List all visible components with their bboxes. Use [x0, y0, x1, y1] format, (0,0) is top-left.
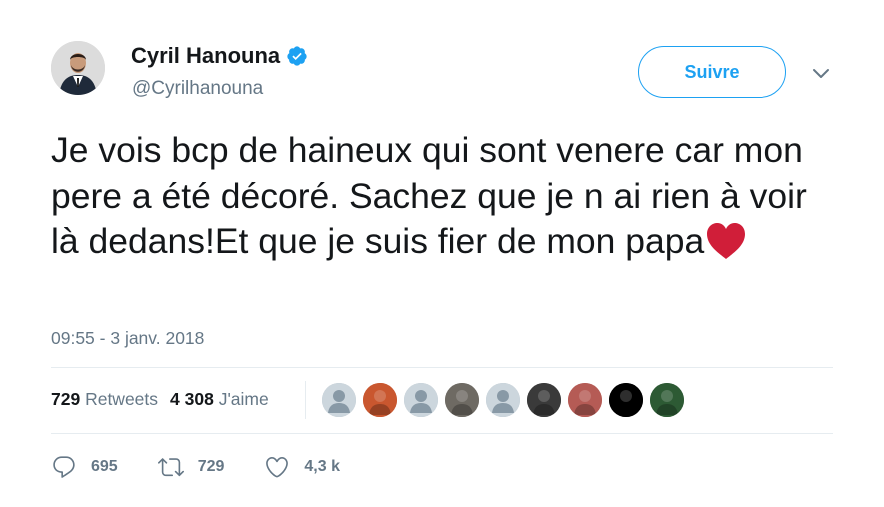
liker-avatars	[322, 383, 691, 417]
author-name-text: Cyril Hanouna	[131, 43, 281, 68]
tweet-text: Je vois bcp de haineux qui sont venere c…	[51, 128, 811, 265]
author-photo	[51, 41, 105, 95]
liker-avatar[interactable]	[650, 383, 684, 417]
liker-avatar[interactable]	[609, 383, 643, 417]
chevron-down-icon[interactable]	[810, 62, 832, 84]
divider	[51, 367, 833, 368]
likes-stat[interactable]: 4 308 J'aime	[170, 389, 269, 410]
liker-avatar[interactable]	[322, 383, 356, 417]
author-name[interactable]: Cyril Hanouna	[131, 43, 308, 69]
profile-photo	[527, 383, 561, 417]
profile-photo	[568, 383, 602, 417]
default-avatar-icon	[486, 383, 520, 417]
heart-icon	[266, 456, 289, 478]
retweets-label: Retweets	[85, 389, 159, 409]
liker-avatar[interactable]	[363, 383, 397, 417]
stats-separator	[305, 381, 306, 419]
likes-label: J'aime	[218, 389, 269, 409]
divider	[51, 433, 833, 434]
verified-badge-icon	[286, 45, 308, 67]
profile-photo	[445, 383, 479, 417]
liker-avatar[interactable]	[486, 383, 520, 417]
engagement-stats: 729 Retweets 4 308 J'aime	[51, 389, 269, 410]
tweet-actions: 695 729 4,3 k	[51, 454, 380, 480]
like-count: 4,3 k	[304, 458, 340, 475]
likes-count: 4 308	[170, 389, 214, 409]
reply-button[interactable]: 695	[51, 454, 118, 480]
default-avatar-icon	[404, 383, 438, 417]
default-avatar-icon	[322, 383, 356, 417]
reply-count: 695	[91, 458, 118, 475]
retweet-icon	[157, 458, 184, 477]
retweet-button[interactable]: 729	[157, 454, 225, 480]
profile-photo	[363, 383, 397, 417]
tweet-timestamp[interactable]: 09:55 - 3 janv. 2018	[51, 328, 204, 349]
author-handle[interactable]: @Cyrilhanouna	[132, 78, 263, 100]
author-avatar[interactable]	[51, 41, 105, 95]
profile-photo	[650, 383, 684, 417]
follow-button[interactable]: Suivre	[638, 46, 786, 98]
retweet-count: 729	[197, 458, 225, 475]
retweets-count: 729	[51, 389, 81, 409]
like-button[interactable]: 4,3 k	[264, 454, 340, 480]
liker-avatar[interactable]	[404, 383, 438, 417]
profile-photo	[609, 383, 643, 417]
red-heart-emoji-icon	[704, 221, 748, 261]
retweets-stat[interactable]: 729 Retweets	[51, 389, 158, 410]
liker-avatar[interactable]	[445, 383, 479, 417]
liker-avatar[interactable]	[527, 383, 561, 417]
liker-avatar[interactable]	[568, 383, 602, 417]
tweet-text-content: Je vois bcp de haineux qui sont venere c…	[51, 130, 807, 261]
reply-icon	[53, 456, 75, 478]
